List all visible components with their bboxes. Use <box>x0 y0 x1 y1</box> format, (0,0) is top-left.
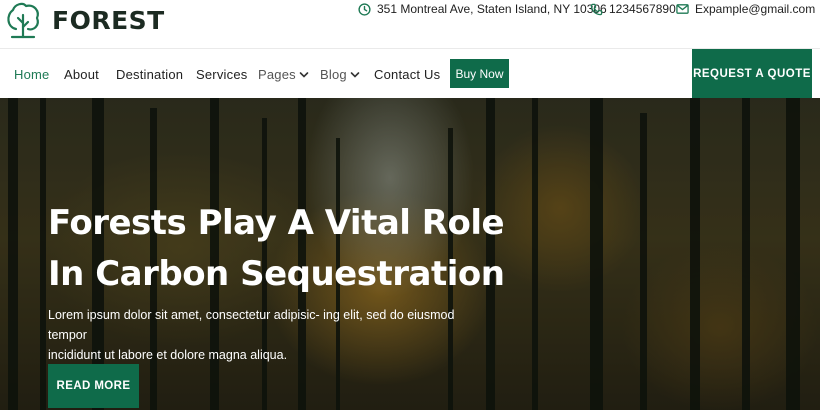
hero-title-line-1: Forests Play A Vital Role <box>48 203 505 243</box>
contact-address: 351 Montreal Ave, Staten Island, NY 1030… <box>358 0 607 18</box>
top-bar: FOREST 351 Montreal Ave, Staten Island, … <box>0 0 820 48</box>
nav-destination[interactable]: Destination <box>116 67 183 82</box>
phone-icon <box>590 3 603 15</box>
brand-name: FOREST <box>52 5 165 35</box>
chevron-down-icon <box>350 71 360 78</box>
nav-pages-label: Pages <box>258 67 296 82</box>
read-more-button[interactable]: READ MORE <box>48 364 139 408</box>
nav-pages[interactable]: Pages <box>258 67 309 82</box>
chevron-down-icon <box>299 71 309 78</box>
hero-title: Forests Play A Vital Role In Carbon Sequ… <box>48 198 508 300</box>
hero-title-line-2: In Carbon Sequestration <box>48 254 505 294</box>
contact-phone[interactable]: 1234567890 <box>590 0 676 18</box>
contact-email[interactable]: Expample@gmail.com <box>676 0 815 18</box>
tree-icon <box>7 2 39 39</box>
nav-home[interactable]: Home <box>14 67 49 82</box>
envelope-icon <box>676 4 689 14</box>
nav-about[interactable]: About <box>64 67 99 82</box>
hero-description-line-1: Lorem ipsum dolor sit amet, consectetur … <box>48 308 455 342</box>
address-text: 351 Montreal Ave, Staten Island, NY 1030… <box>377 2 607 16</box>
email-text: Expample@gmail.com <box>695 2 816 16</box>
nav-contact-us[interactable]: Contact Us <box>374 67 440 82</box>
request-quote-button[interactable]: REQUEST A QUOTE <box>692 49 812 99</box>
nav-blog[interactable]: Blog <box>320 67 360 82</box>
logo[interactable]: FOREST <box>4 0 165 40</box>
clock-icon <box>358 2 371 16</box>
hero-banner: Forests Play A Vital Role In Carbon Sequ… <box>0 98 820 410</box>
phone-text: 1234567890 <box>609 2 676 16</box>
buy-now-button[interactable]: Buy Now <box>450 59 509 88</box>
nav-blog-label: Blog <box>320 67 347 82</box>
nav-services[interactable]: Services <box>196 67 247 82</box>
hero-description: Lorem ipsum dolor sit amet, consectetur … <box>48 305 468 365</box>
hero-description-line-2: incididunt ut labore et dolore magna ali… <box>48 348 288 362</box>
main-navigation: Home About Destination Services Pages Bl… <box>0 48 820 99</box>
